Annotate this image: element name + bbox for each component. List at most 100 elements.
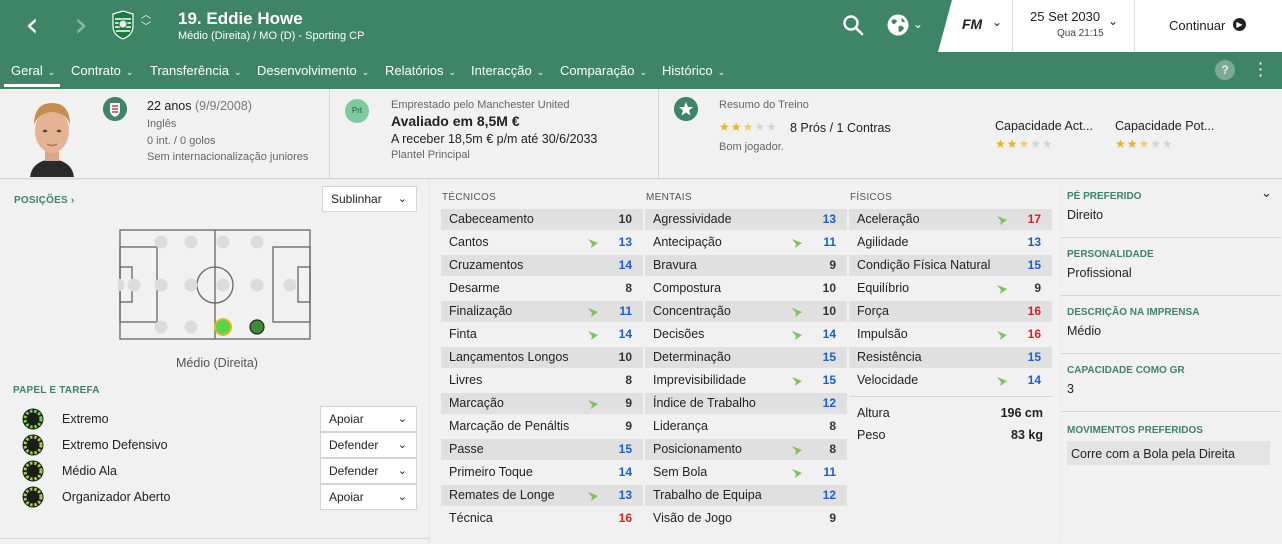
tab-interaccao[interactable]: Interacção ⌄ — [471, 63, 544, 78]
highlight-dropdown[interactable]: Sublinhar ⌄ — [322, 186, 417, 212]
attribute-row[interactable]: Decisões 14 — [645, 324, 847, 345]
duty-dropdown[interactable]: Defender ⌄ — [320, 458, 417, 484]
attribute-name: Técnica — [449, 511, 493, 525]
fm-menu-icon[interactable]: FM — [962, 16, 982, 32]
training-arrow-icon — [997, 377, 1007, 386]
attribute-row[interactable]: Remates de Longe 13 — [441, 485, 643, 506]
attribute-row[interactable]: Primeiro Toque 14 — [441, 462, 643, 483]
attribute-row[interactable]: Antecipação 11 — [645, 232, 847, 253]
attribute-row[interactable]: Aceleração 17 — [849, 209, 1052, 230]
forward-arrow-icon[interactable]: › — [66, 8, 96, 42]
attribute-value: 8 — [829, 419, 836, 433]
attribute-row[interactable]: Lançamentos Longos 10 — [441, 347, 643, 368]
globe-chevron-icon[interactable]: ⌄ — [913, 17, 923, 31]
help-icon[interactable]: ? — [1215, 60, 1235, 80]
game-time: Qua 21:15 — [1057, 28, 1104, 39]
attribute-name: Desarme — [449, 281, 500, 295]
attribute-row[interactable]: Compostura 10 — [645, 278, 847, 299]
attribute-row[interactable]: Liderança 8 — [645, 416, 847, 437]
attribute-row[interactable]: Livres 8 — [441, 370, 643, 391]
attribute-row[interactable]: Índice de Trabalho 12 — [645, 393, 847, 414]
globe-icon[interactable] — [886, 13, 910, 37]
chevron-down-icon: ⌄ — [397, 464, 407, 477]
attribute-row[interactable]: Velocidade 14 — [849, 370, 1052, 391]
attribute-row[interactable]: Impulsão 16 — [849, 324, 1052, 345]
calendar-chevron-icon[interactable]: ⌄ — [1108, 14, 1118, 28]
attribute-row[interactable]: Marcação 9 — [441, 393, 643, 414]
attribute-row[interactable]: Resistência 15 — [849, 347, 1052, 368]
chevron-down-icon[interactable]: ⌄ — [1261, 186, 1272, 201]
tab-geral[interactable]: Geral ⌄ — [11, 63, 55, 78]
attribute-row[interactable]: Sem Bola 11 — [645, 462, 847, 483]
attribute-value: 10 — [822, 304, 836, 318]
fm-chevron-icon[interactable]: ⌄ — [992, 15, 1002, 29]
duty-dropdown[interactable]: Apoiar ⌄ — [320, 406, 417, 432]
attribute-value: 11 — [619, 304, 632, 318]
attribute-row[interactable]: Cruzamentos 14 — [441, 255, 643, 276]
attribute-name: Finta — [449, 327, 477, 341]
chevron-down-icon: ⌄ — [397, 438, 407, 451]
back-arrow-icon[interactable]: ‹ — [17, 8, 47, 42]
player-wage: A receber 18,5m € p/m até 30/6/2033 — [391, 132, 598, 146]
continue-arrow-icon[interactable]: ▶ — [1233, 18, 1246, 31]
chevron-down-icon: ⌄ — [448, 68, 457, 78]
attribute-row[interactable]: Força 16 — [849, 301, 1052, 322]
pitch-diagram — [118, 229, 311, 340]
attribute-name: Marcação — [449, 396, 504, 410]
star-badge-icon — [674, 97, 698, 121]
attribute-row[interactable]: Concentração 10 — [645, 301, 847, 322]
attribute-row[interactable]: Cantos 13 — [441, 232, 643, 253]
attribute-row[interactable]: Visão de Jogo 9 — [645, 508, 847, 529]
attribute-row[interactable]: Posicionamento 8 — [645, 439, 847, 460]
attribute-name: Bravura — [653, 258, 697, 272]
continue-button[interactable]: Continuar — [1169, 18, 1225, 33]
tab-comparacao[interactable]: Comparação ⌄ — [560, 63, 647, 78]
search-icon[interactable] — [842, 14, 864, 36]
attribute-name: Passe — [449, 442, 484, 456]
attribute-row[interactable]: Trabalho de Equipa 12 — [645, 485, 847, 506]
attribute-value: 8 — [625, 281, 632, 295]
attribute-row[interactable]: Finta 14 — [441, 324, 643, 345]
attribute-row[interactable]: Agressividade 13 — [645, 209, 847, 230]
role-rating-icon — [22, 486, 44, 508]
attribute-row[interactable]: Imprevisibilidade 15 — [645, 370, 847, 391]
attribute-value: 16 — [1027, 304, 1041, 318]
chevron-down-icon: ⌄ — [234, 68, 242, 78]
attribute-row[interactable]: Técnica 16 — [441, 508, 643, 529]
attribute-name: Aceleração — [857, 212, 920, 226]
training-title: Resumo do Treino — [719, 99, 809, 111]
tab-transferencia[interactable]: Transferência ⌄ — [150, 63, 242, 78]
training-rating-stars: ★★★★★ — [719, 120, 778, 134]
more-options-icon[interactable]: · · · — [1258, 56, 1263, 84]
duty-dropdown[interactable]: Apoiar ⌄ — [320, 484, 417, 510]
personality: Profissional — [1067, 266, 1132, 280]
duty-dropdown[interactable]: Defender ⌄ — [320, 432, 417, 458]
up-down-icon[interactable]: ︿ ﹀ — [141, 10, 151, 34]
attribute-value: 9 — [1034, 281, 1041, 295]
attribute-row[interactable]: Bravura 9 — [645, 255, 847, 276]
attribute-row[interactable]: Equilíbrio 9 — [849, 278, 1052, 299]
positions-heading[interactable]: POSIÇÕES › — [14, 195, 74, 206]
potential-ability-label: Capacidade Pot... — [1115, 119, 1215, 133]
attribute-row[interactable]: Agilidade 13 — [849, 232, 1052, 253]
attribute-row[interactable]: Determinação 15 — [645, 347, 847, 368]
attribute-name: Índice de Trabalho — [653, 396, 756, 410]
attribute-row[interactable]: Desarme 8 — [441, 278, 643, 299]
squad-status: Plantel Principal — [391, 149, 470, 161]
role-rating-icon — [22, 460, 44, 482]
attribute-row[interactable]: Cabeceamento 10 — [441, 209, 643, 230]
player-age: 22 anos — [147, 99, 192, 113]
divider — [1061, 353, 1281, 354]
attribute-row[interactable]: Condição Física Natural 15 — [849, 255, 1052, 276]
tab-contrato[interactable]: Contrato ⌄ — [71, 63, 133, 78]
attribute-value: 14 — [618, 465, 632, 479]
personality-label: PERSONALIDADE — [1067, 249, 1154, 260]
attribute-name: Força — [857, 304, 889, 318]
attribute-row[interactable]: Finalização 11 — [441, 301, 643, 322]
tab-historico[interactable]: Histórico ⌄ — [662, 63, 725, 78]
attribute-row[interactable]: Marcação de Penáltis 9 — [441, 416, 643, 437]
attribute-value: 13 — [618, 235, 632, 249]
tab-relatorios[interactable]: Relatórios ⌄ — [385, 63, 456, 78]
tab-desenvolvimento[interactable]: Desenvolvimento ⌄ — [257, 63, 369, 78]
attribute-row[interactable]: Passe 15 — [441, 439, 643, 460]
